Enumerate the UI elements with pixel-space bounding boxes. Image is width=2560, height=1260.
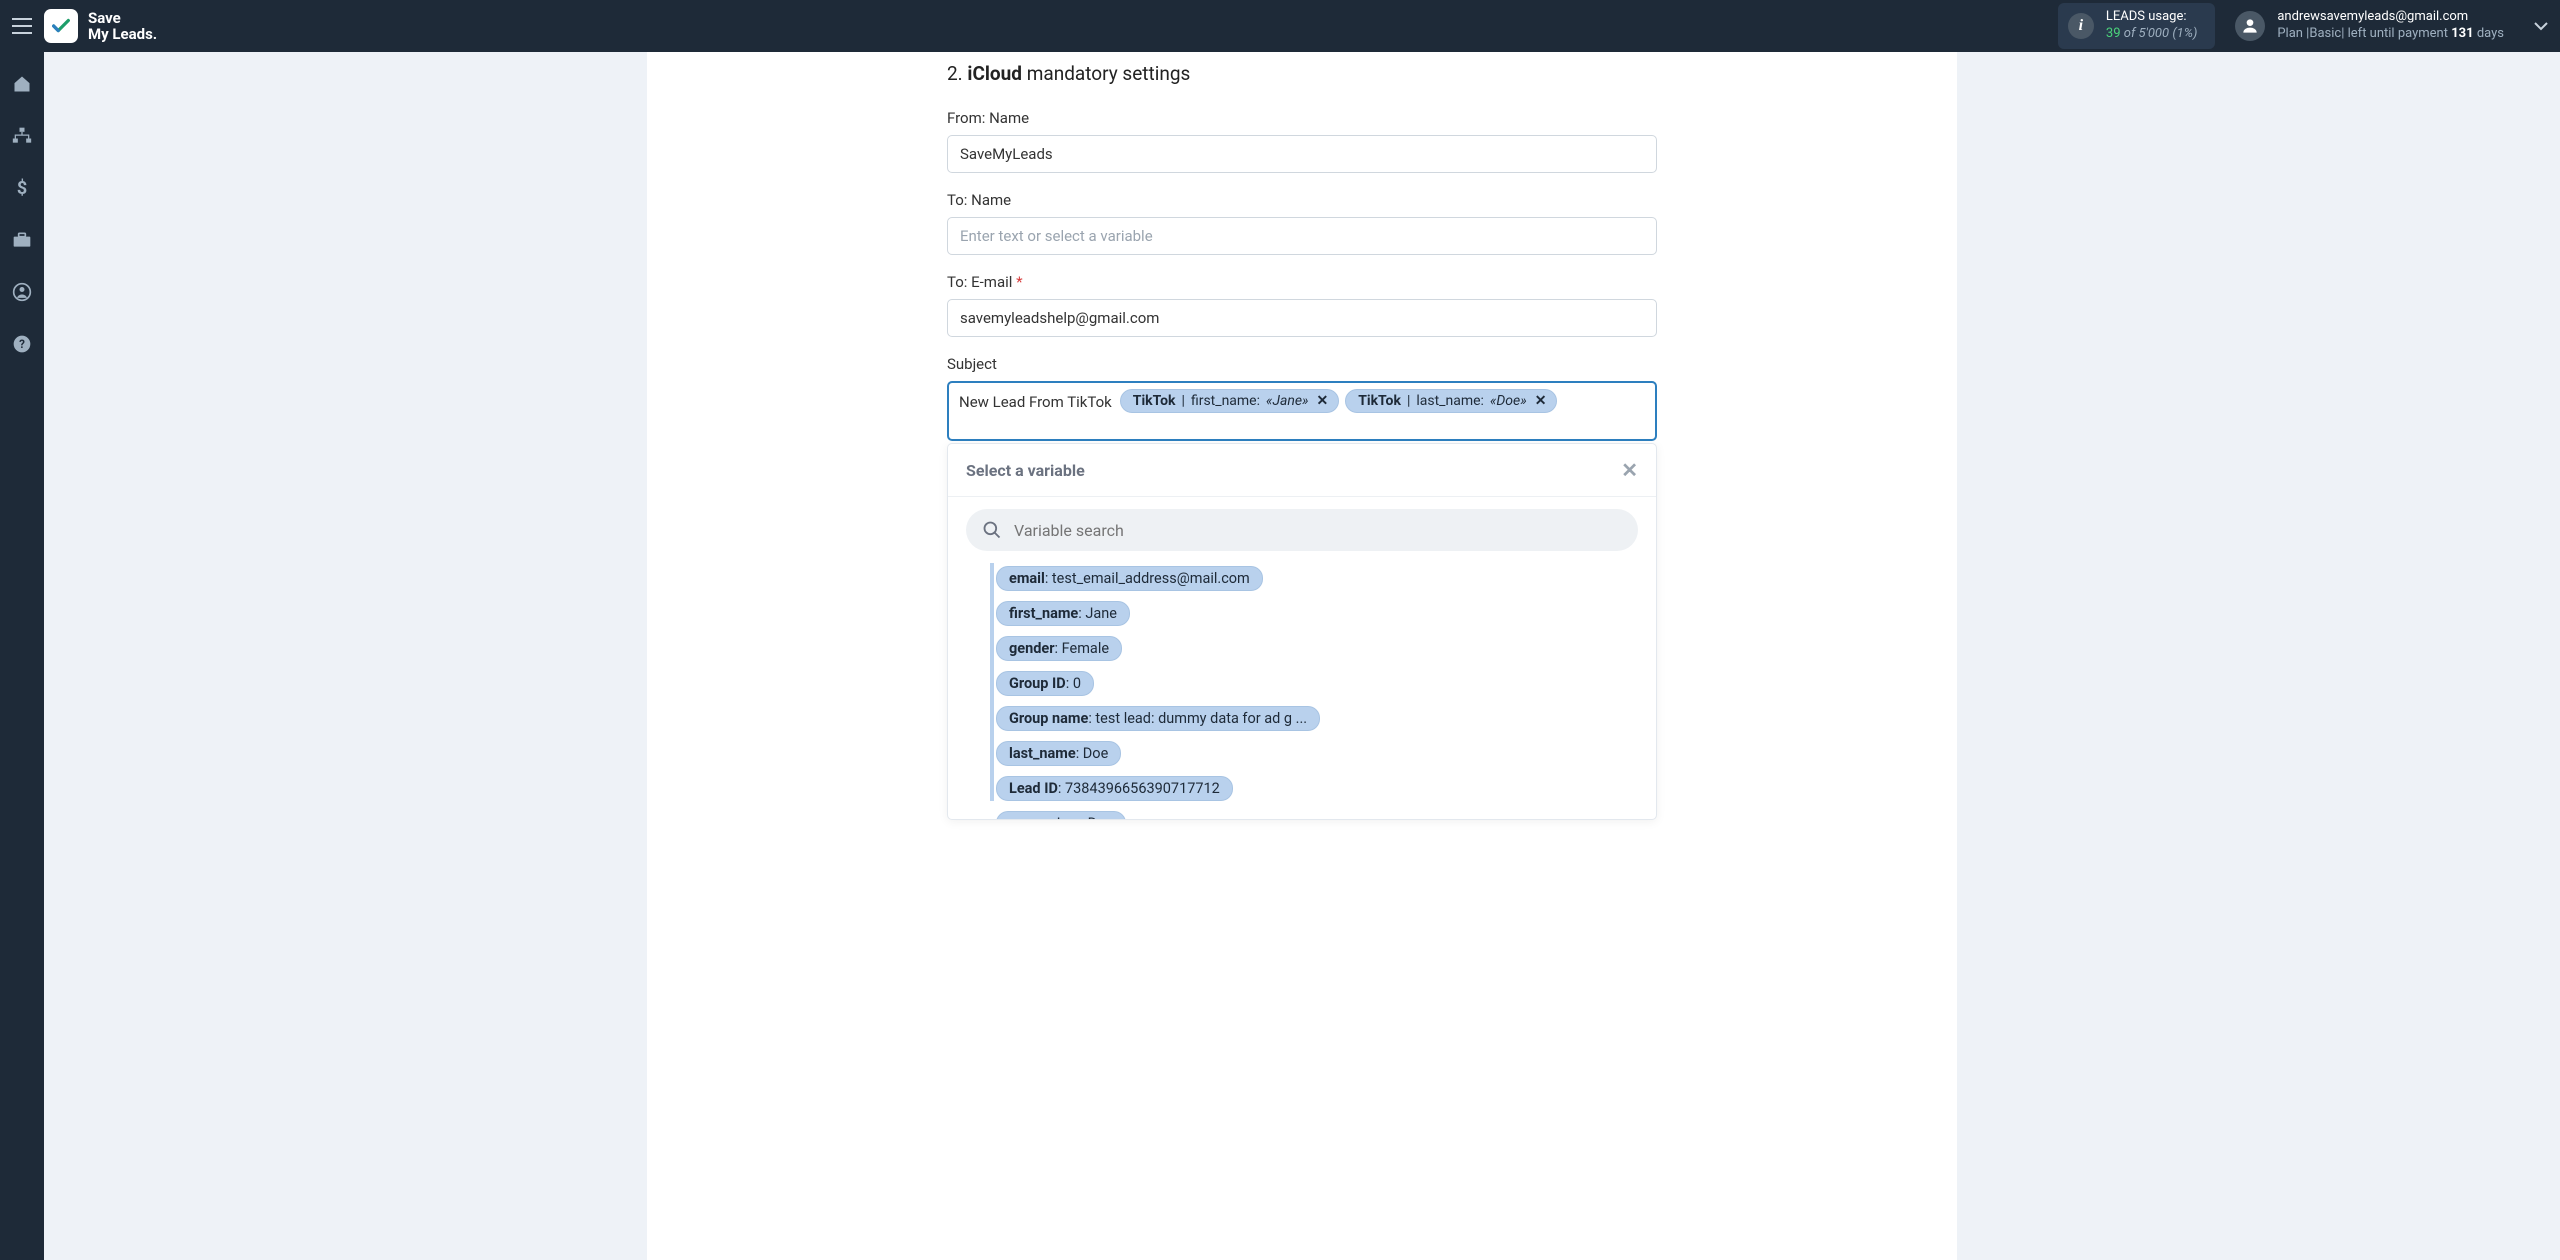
nav-toolbox[interactable] <box>0 226 44 254</box>
input-from-name[interactable] <box>947 135 1657 173</box>
sitemap-icon <box>12 127 32 145</box>
variable-chip-first-name[interactable]: TikTok | first_name: «Jane» ✕ <box>1120 389 1339 413</box>
top-bar: Save My Leads. i LEADS usage: 39 of 5'00… <box>0 0 2560 52</box>
variable-option[interactable]: Group name: test lead: dummy data for ad… <box>996 706 1320 735</box>
field-from-name: From: Name <box>947 109 1657 173</box>
briefcase-icon <box>12 231 32 249</box>
input-to-name[interactable] <box>947 217 1657 255</box>
label-to-name: To: Name <box>947 191 1657 209</box>
chevron-down-icon <box>2534 21 2548 31</box>
label-from-name: From: Name <box>947 109 1657 127</box>
nav-connections[interactable] <box>0 122 44 150</box>
side-rail: $ ? <box>0 52 44 1260</box>
input-to-email[interactable] <box>947 299 1657 337</box>
variable-option[interactable]: email: test_email_address@mail.com <box>996 566 1263 595</box>
list-accent-bar <box>990 563 994 801</box>
nav-account[interactable] <box>0 278 44 306</box>
user-info: andrewsavemyleads@gmail.com Plan |Basic|… <box>2277 9 2504 43</box>
variable-option[interactable]: name: Jane Doe <box>996 811 1126 819</box>
dollar-icon: $ <box>15 178 29 198</box>
field-subject: Subject New Lead From TikTok TikTok | fi… <box>947 355 1657 820</box>
menu-toggle-button[interactable] <box>0 0 44 52</box>
label-subject: Subject <box>947 355 1657 373</box>
nav-help[interactable]: ? <box>0 330 44 358</box>
search-icon <box>982 520 1002 540</box>
variable-option[interactable]: gender: Female <box>996 636 1122 665</box>
svg-text:$: $ <box>17 178 27 198</box>
nav-home[interactable] <box>0 70 44 98</box>
label-to-email: To: E-mail * <box>947 273 1657 291</box>
user-menu-chevron[interactable] <box>2522 21 2560 31</box>
svg-text:?: ? <box>19 337 25 351</box>
variable-list[interactable]: email: test_email_address@mail.com first_… <box>948 559 1656 819</box>
nav-billing[interactable]: $ <box>0 174 44 202</box>
variable-option[interactable]: last_name: Doe <box>996 741 1121 770</box>
section-title: 2. iCloud mandatory settings <box>947 52 1657 85</box>
chip-remove-icon[interactable]: ✕ <box>1533 393 1549 409</box>
variable-option[interactable]: Group ID: 0 <box>996 671 1094 700</box>
question-circle-icon: ? <box>12 334 32 354</box>
dropdown-close-button[interactable]: ✕ <box>1621 458 1638 482</box>
dropdown-title: Select a variable <box>966 461 1085 480</box>
leads-usage-text: LEADS usage: 39 of 5'000 (1%) <box>2106 9 2197 43</box>
brand[interactable]: Save My Leads. <box>44 9 173 43</box>
user-circle-icon <box>12 282 32 302</box>
brand-logo <box>44 9 78 43</box>
variable-search[interactable] <box>966 509 1638 551</box>
checkmark-icon <box>50 15 72 37</box>
brand-name: Save My Leads. <box>88 10 157 43</box>
input-subject[interactable]: New Lead From TikTok TikTok | first_name… <box>947 381 1657 441</box>
field-to-email: To: E-mail * <box>947 273 1657 337</box>
variable-search-input[interactable] <box>1012 520 1622 541</box>
chip-remove-icon[interactable]: ✕ <box>1314 393 1330 409</box>
subject-prefix-text: New Lead From TikTok <box>957 389 1114 415</box>
variable-dropdown: Select a variable ✕ email: test_email_ad… <box>947 443 1657 820</box>
variable-option[interactable]: Lead ID: 7384396656390717712 <box>996 776 1233 805</box>
home-icon <box>12 74 32 94</box>
info-icon: i <box>2068 13 2094 39</box>
main-content: 2. iCloud mandatory settings From: Name … <box>44 52 2560 1260</box>
settings-card: 2. iCloud mandatory settings From: Name … <box>647 52 1957 1260</box>
variable-chip-last-name[interactable]: TikTok | last_name: «Doe» ✕ <box>1345 389 1557 413</box>
person-icon <box>2240 16 2260 36</box>
variable-option[interactable]: first_name: Jane <box>996 601 1130 630</box>
leads-usage-box[interactable]: i LEADS usage: 39 of 5'000 (1%) <box>2058 3 2215 49</box>
avatar-icon <box>2235 11 2265 41</box>
hamburger-icon <box>12 18 32 34</box>
field-to-name: To: Name <box>947 191 1657 255</box>
user-menu[interactable]: andrewsavemyleads@gmail.com Plan |Basic|… <box>2235 9 2522 43</box>
